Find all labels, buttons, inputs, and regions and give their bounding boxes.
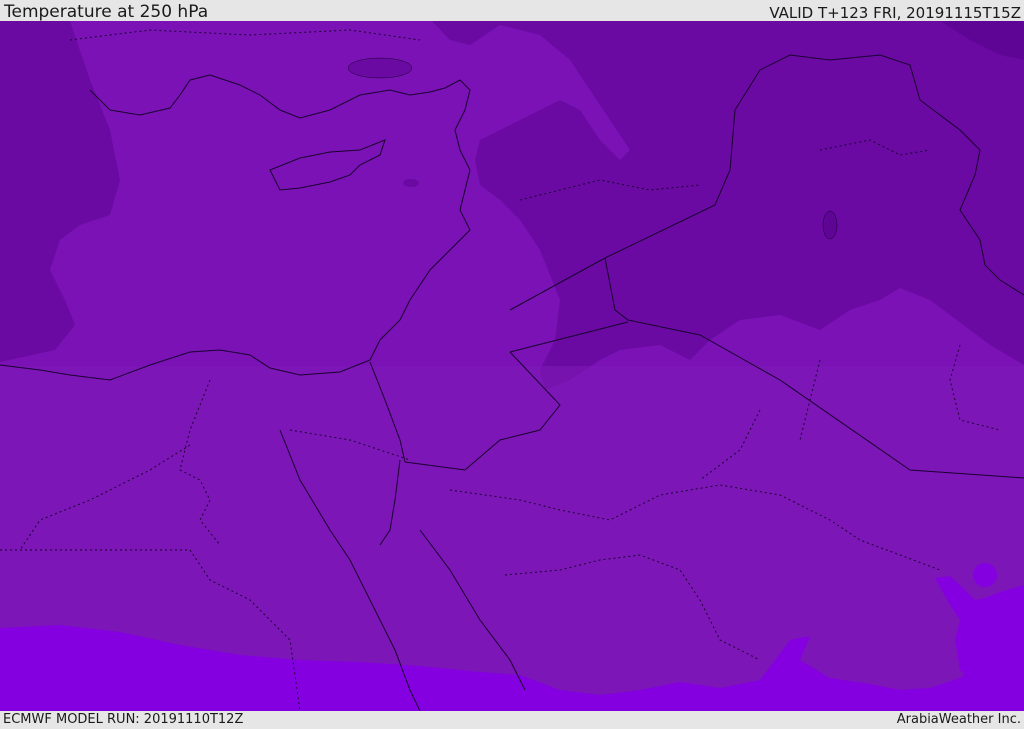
field-bright-spot (973, 563, 997, 587)
model-run: ECMWF MODEL RUN: 20191110T12Z (3, 712, 244, 727)
valid-time: VALID T+123 FRI, 20191115T15Z (769, 4, 1021, 22)
lake-feature (347, 57, 413, 79)
map-title: Temperature at 250 hPa (4, 2, 209, 22)
footer-bar: ECMWF MODEL RUN: 20191110T12Z ArabiaWeat… (0, 711, 1024, 729)
lake-feature-small (403, 179, 419, 187)
header-bar: Temperature at 250 hPa VALID T+123 FRI, … (0, 0, 1024, 21)
credit-text: ArabiaWeather Inc. (896, 712, 1021, 727)
lake-feature-east (822, 210, 838, 240)
temperature-map (0, 21, 1024, 711)
map-view[interactable] (0, 21, 1024, 711)
